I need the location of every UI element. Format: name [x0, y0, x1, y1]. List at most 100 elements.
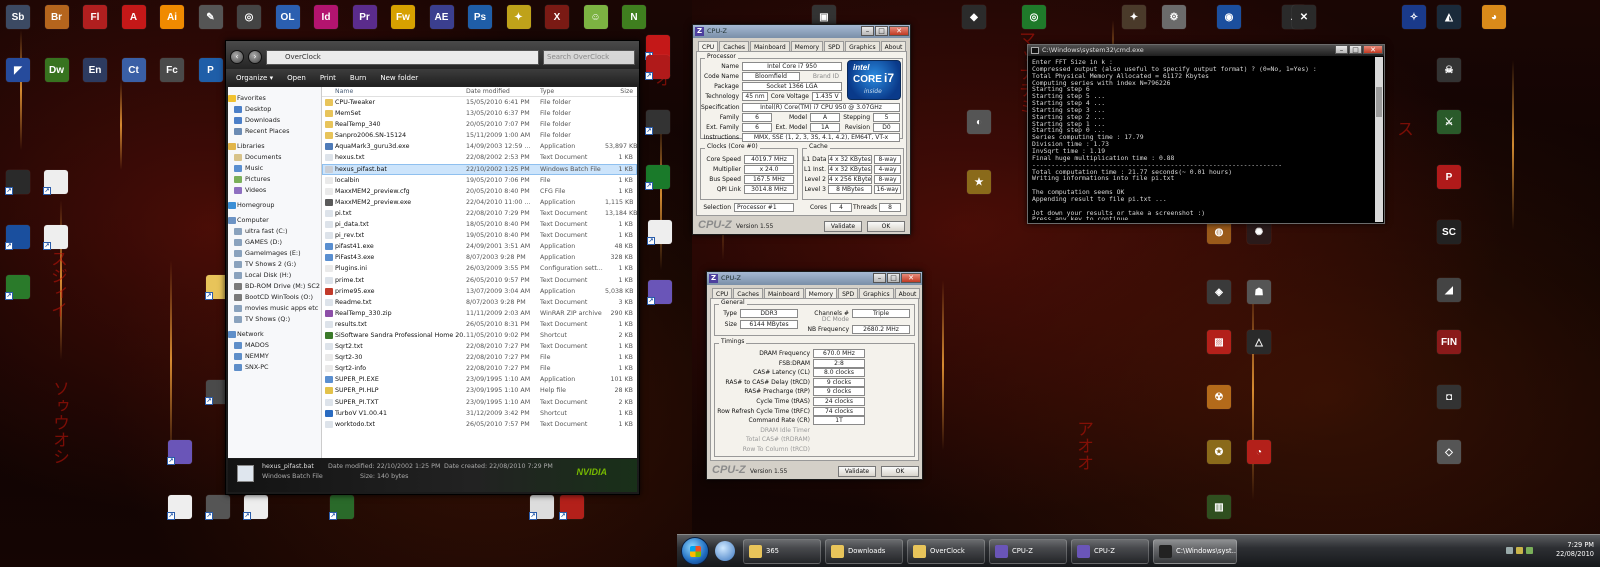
- taskbar-button[interactable]: OverClock: [907, 539, 985, 564]
- app-icon[interactable]: ◢: [1437, 278, 1461, 302]
- minimize-button[interactable]: –: [873, 273, 886, 283]
- flash-icon[interactable]: Fl: [83, 5, 107, 29]
- nav-item[interactable]: Network: [228, 329, 321, 340]
- toolbar-item-organize[interactable]: Organize ▾: [236, 74, 273, 82]
- desktop-shortcut-icon[interactable]: ↗: [5, 225, 30, 250]
- file-row[interactable]: Sqrt2-info 22/08/2010 7:27 PM File 1 KB: [322, 363, 637, 374]
- aftereffects-icon[interactable]: AE: [429, 5, 454, 29]
- desktop-shortcut-icon[interactable]: ↗: [205, 495, 230, 520]
- ok-button[interactable]: OK: [867, 221, 905, 232]
- app-icon[interactable]: ◐: [967, 110, 991, 134]
- file-row[interactable]: AquaMark3_guru3d.exe 14/09/2003 12:59 ...…: [322, 141, 637, 152]
- start-button[interactable]: [681, 537, 709, 565]
- app-icon[interactable]: ◇: [1437, 440, 1461, 464]
- indesign-icon[interactable]: Id: [314, 5, 338, 29]
- file-row[interactable]: pi_data.txt 18/05/2010 8:40 PM Text Docume…: [322, 219, 637, 230]
- visualstudio-icon[interactable]: ◤: [6, 58, 30, 82]
- nav-item[interactable]: Homegroup: [228, 200, 321, 211]
- app-icon[interactable]: ☗: [1247, 280, 1271, 304]
- file-row[interactable]: localbin 19/05/2010 7:06 PM File 1 KB: [322, 175, 637, 186]
- tray-network-icon[interactable]: [1506, 547, 1513, 554]
- nav-item[interactable]: movies music apps etc: [228, 303, 321, 314]
- onlocation-icon[interactable]: OL: [275, 5, 300, 29]
- nav-item[interactable]: TV Shows (Q:): [228, 314, 321, 325]
- nav-item[interactable]: Favorites: [228, 93, 321, 104]
- clock[interactable]: 7:29 PM 22/08/2010: [1556, 541, 1594, 559]
- app-icon[interactable]: ◎: [237, 5, 261, 29]
- forward-button[interactable]: ›: [248, 50, 262, 64]
- app-icon[interactable]: SC: [1437, 220, 1461, 244]
- file-row[interactable]: SUPER_PI.EXE 23/09/1995 1:10 AM Applicatio…: [322, 374, 637, 385]
- app-icon[interactable]: ◈: [1207, 280, 1231, 304]
- cmd-window[interactable]: C:\Windows\system32\cmd.exe – □ ✕ Enter …: [1027, 44, 1385, 224]
- minimize-button[interactable]: –: [861, 26, 874, 36]
- file-row[interactable]: prime95.exe 13/07/2009 3:04 AM Application…: [322, 286, 637, 297]
- back-button[interactable]: ‹: [230, 50, 244, 64]
- file-row[interactable]: SUPER_PI.HLP 23/09/1995 1:10 AM Help file 2…: [322, 385, 637, 396]
- processor-select[interactable]: Processor #1: [734, 203, 794, 212]
- desktop-shortcut-icon[interactable]: ↗: [647, 220, 672, 245]
- app-icon[interactable]: ◆: [962, 5, 986, 29]
- nav-item[interactable]: Computer: [228, 215, 321, 226]
- file-row[interactable]: prime.txt 26/05/2010 9:57 PM Text Document…: [322, 275, 637, 286]
- minimize-button[interactable]: –: [1335, 45, 1348, 54]
- app-icon[interactable]: ☠: [1437, 58, 1461, 82]
- close-button[interactable]: ✕: [889, 26, 909, 36]
- file-row[interactable]: hexus_pifast.bat 22/10/2002 1:25 PM Window…: [322, 163, 637, 175]
- ok-button[interactable]: OK: [881, 466, 919, 477]
- file-row[interactable]: Readme.txt 8/07/2003 9:28 PM Text Document…: [322, 297, 637, 308]
- nav-item[interactable]: GameImages (E:): [228, 248, 321, 259]
- file-row[interactable]: TurboV V1.00.41 31/12/2009 3:42 PM Shortcu…: [322, 408, 637, 419]
- xbox-icon[interactable]: X: [545, 5, 569, 29]
- tray-volume-icon[interactable]: [1516, 547, 1523, 554]
- app-icon[interactable]: P: [1437, 165, 1461, 189]
- file-row[interactable]: SUPER_PI.TXT 23/09/1995 1:10 AM Text Docum…: [322, 397, 637, 408]
- nav-item[interactable]: ultra fast (C:): [228, 226, 321, 237]
- nav-item[interactable]: Pictures: [228, 174, 321, 185]
- desktop-shortcut-icon[interactable]: ↗: [5, 170, 30, 195]
- dreamweaver-icon[interactable]: Dw: [44, 58, 69, 82]
- validate-button[interactable]: Validate: [824, 221, 862, 232]
- desktop-shortcut-icon[interactable]: ↗: [5, 275, 30, 300]
- file-row[interactable]: hexus.txt 22/08/2002 2:53 PM Text Document…: [322, 152, 637, 163]
- file-row[interactable]: pifast41.exe 24/09/2001 3:51 AM Applicatio…: [322, 241, 637, 252]
- app-icon[interactable]: ✪: [1207, 440, 1231, 464]
- app-icon[interactable]: ◕: [1482, 5, 1506, 29]
- file-row[interactable]: RealTemp_330.zip 11/11/2009 2:03 AM WinRAR…: [322, 308, 637, 319]
- file-row[interactable]: results.txt 26/05/2010 8:31 PM Text Docume…: [322, 319, 637, 330]
- file-row[interactable]: worktodo.txt 26/05/2010 7:57 PM Text Docum…: [322, 419, 637, 430]
- nav-item[interactable]: SNX-PC: [228, 362, 321, 373]
- desktop-shortcut-icon[interactable]: ↗: [43, 225, 68, 250]
- nav-item[interactable]: Recent Places: [228, 126, 321, 137]
- toolbar-item-open[interactable]: Open: [287, 74, 306, 82]
- app-icon[interactable]: ▨: [1207, 330, 1231, 354]
- column-header-size[interactable]: Size: [605, 87, 635, 96]
- nav-item[interactable]: GAMES (D:): [228, 237, 321, 248]
- column-header-name[interactable]: Name: [322, 87, 466, 96]
- taskbar-button[interactable]: C:\Windows\syst...: [1153, 539, 1237, 564]
- app-icon[interactable]: △: [1247, 330, 1271, 354]
- file-row[interactable]: Plugins.ini 26/03/2009 3:55 PM Configurati…: [322, 263, 637, 274]
- maximize-button[interactable]: □: [887, 273, 900, 283]
- soundbooth-icon[interactable]: Sb: [6, 5, 30, 29]
- nav-item[interactable]: Videos: [228, 185, 321, 196]
- app-icon[interactable]: ◭: [1437, 5, 1461, 29]
- app-icon[interactable]: ◔: [1247, 440, 1271, 464]
- desktop-shortcut-icon[interactable]: ↗: [645, 165, 670, 190]
- bridge-icon[interactable]: Br: [44, 5, 69, 29]
- app-icon[interactable]: ✧: [1402, 5, 1426, 29]
- desktop-shortcut-icon[interactable]: ↗: [243, 495, 268, 520]
- nav-item[interactable]: BD-ROM Drive (M:) SC2: [228, 281, 321, 292]
- file-row[interactable]: Sqrt2-30 22/08/2010 7:27 PM File 1 KB: [322, 352, 637, 363]
- desktop-shortcut-icon[interactable]: ↗: [167, 440, 192, 465]
- file-row[interactable]: Sanpro2006.SN-15124 15/11/2009 1:00 AM Fil…: [322, 130, 637, 141]
- column-header-type[interactable]: Type: [540, 87, 605, 96]
- nav-item[interactable]: BootCD WinTools (O:): [228, 292, 321, 303]
- nav-item[interactable]: NEMMY: [228, 351, 321, 362]
- taskbar-button[interactable]: Downloads: [825, 539, 903, 564]
- console-output[interactable]: Enter FFT Size in k : Compressed output (…: [1032, 59, 1374, 220]
- flashcatalyst-icon[interactable]: Fc: [160, 58, 184, 82]
- internet-explorer-icon[interactable]: [715, 541, 735, 561]
- app-icon[interactable]: ✕: [1292, 5, 1316, 29]
- desktop-shortcut-icon[interactable]: ↗: [43, 170, 68, 195]
